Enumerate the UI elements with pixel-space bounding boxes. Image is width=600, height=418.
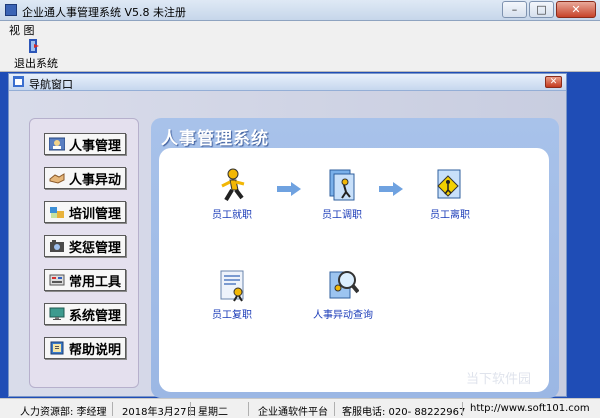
feature-change-query[interactable]: 人事异动查询 [303, 268, 383, 321]
exit-system-label: 退出系统 [14, 57, 58, 70]
menu-bar: 视 图 [0, 21, 600, 37]
nav-label: 人事管理 [69, 138, 122, 154]
feature-employee-reinstate[interactable]: 员工复职 [197, 268, 267, 321]
status-platform: 企业通软件平台 [258, 407, 328, 418]
feature-area: 员工就职 员工调职 员工离职 员工复职 人事异动查询 [159, 148, 549, 392]
content-panel: 人事管理系统 员工就职 员工调职 员工离职 员工复职 人事异动查询 [151, 118, 559, 398]
nav-personnel-management[interactable]: 人事管理 [44, 133, 126, 155]
navigation-window-body: 人事管理 人事异动 培训管理 奖惩管理 常用工具 系统管理 帮助说明 人事管理系… [9, 91, 566, 398]
toolbar: 退出系统 [0, 36, 600, 72]
nav-personnel-change[interactable]: 人事异动 [44, 167, 126, 189]
feature-employee-transfer[interactable]: 员工调职 [307, 168, 377, 221]
exit-sign-icon [437, 169, 461, 199]
feature-employee-onboard[interactable]: 员工就职 [197, 168, 267, 221]
nav-label: 系统管理 [69, 308, 122, 324]
feature-label: 员工就职 [212, 210, 252, 221]
status-separator [112, 402, 113, 416]
document-transfer-icon [329, 169, 355, 201]
status-url: http://www.soft101.com [470, 403, 590, 414]
help-book-icon [50, 341, 64, 355]
window-titlebar: 企业通人事管理系统 V5.8 未注册 – □ ✕ [0, 0, 600, 21]
handshake-icon [49, 173, 65, 184]
status-separator [334, 402, 335, 416]
feature-label: 员工复职 [212, 310, 252, 321]
nav-system-management[interactable]: 系统管理 [44, 303, 126, 325]
maximize-button[interactable]: □ [529, 1, 554, 18]
window-controls: – □ ✕ [500, 1, 596, 18]
nav-training-management[interactable]: 培训管理 [44, 201, 126, 223]
status-bar: 人力资源部: 李经理 2018年3月27日 星期二 企业通软件平台 客服电话: … [0, 398, 600, 418]
content-header: 人事管理系统 [161, 129, 269, 149]
nav-help[interactable]: 帮助说明 [44, 337, 126, 359]
nav-label: 人事异动 [69, 172, 122, 188]
feature-label: 员工离职 [430, 210, 470, 221]
watermark-text: 当下软件园 [466, 372, 532, 387]
feature-label: 员工调职 [322, 210, 362, 221]
exit-door-icon [29, 39, 39, 53]
arrow-right-icon [379, 182, 403, 196]
navigation-window-titlebar: 导航窗口 ✕ [9, 74, 566, 91]
running-man-icon [221, 168, 245, 202]
app-icon [5, 4, 17, 16]
nav-label: 帮助说明 [69, 342, 122, 358]
navigation-window: 导航窗口 ✕ 人事管理 人事异动 培训管理 奖惩管理 常用工具 系统管理 帮助说… [8, 73, 567, 398]
close-icon: ✕ [571, 3, 581, 16]
nav-panel: 人事管理 人事异动 培训管理 奖惩管理 常用工具 系统管理 帮助说明 [29, 118, 139, 388]
nav-common-tools[interactable]: 常用工具 [44, 269, 126, 291]
status-department: 人力资源部: 李经理 [20, 407, 107, 418]
window-title: 企业通人事管理系统 V5.8 未注册 [22, 6, 187, 19]
arrow-right-icon [277, 182, 301, 196]
status-separator [248, 402, 249, 416]
document-return-icon [220, 270, 244, 302]
minimize-button[interactable]: – [502, 1, 527, 18]
status-separator [190, 402, 191, 416]
status-phone: 客服电话: 020- 88222967 [342, 407, 466, 418]
monitor-icon [49, 307, 65, 320]
close-icon: ✕ [549, 77, 558, 87]
person-card-icon [49, 137, 65, 151]
nav-label: 奖惩管理 [69, 240, 122, 256]
navigation-window-title: 导航窗口 [29, 78, 73, 91]
status-date: 2018年3月27日 [122, 407, 197, 418]
navigation-close-button[interactable]: ✕ [545, 76, 562, 88]
feature-employee-resign[interactable]: 员工离职 [415, 168, 485, 221]
window-icon [13, 76, 24, 87]
feature-label: 人事异动查询 [313, 310, 373, 321]
exit-system-button[interactable]: 退出系统 [14, 38, 58, 70]
maximize-icon: □ [536, 3, 547, 16]
magnifier-icon [329, 271, 359, 299]
camera-icon [50, 240, 64, 252]
close-button[interactable]: ✕ [556, 1, 596, 18]
minimize-icon: – [511, 3, 518, 16]
nav-label: 培训管理 [69, 206, 122, 222]
status-separator [462, 402, 463, 416]
nav-rewards-punishments[interactable]: 奖惩管理 [44, 235, 126, 257]
status-weekday: 星期二 [198, 407, 228, 418]
nav-label: 常用工具 [69, 274, 122, 290]
puzzle-icon [50, 207, 64, 218]
tools-icon [49, 274, 65, 286]
